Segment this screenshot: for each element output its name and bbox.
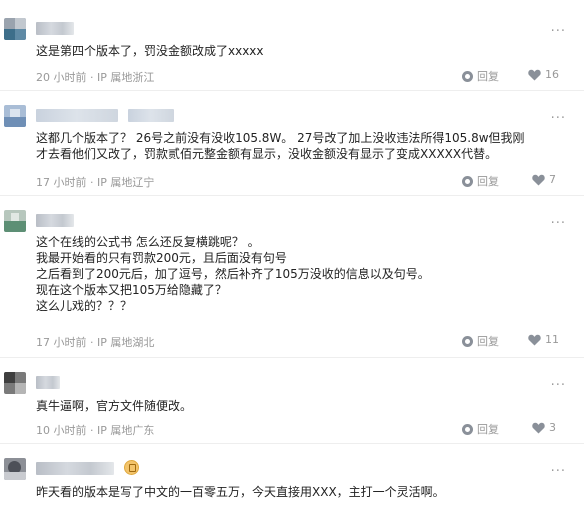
divider <box>0 195 584 196</box>
like-button[interactable]: 16 <box>528 68 559 81</box>
avatar[interactable] <box>4 210 26 232</box>
timestamp: 17 小时前 <box>36 176 87 189</box>
heart-icon <box>532 174 545 185</box>
comment-actions: 回复 7 <box>428 173 568 189</box>
ip-location: IP 属地浙江 <box>97 71 155 84</box>
comment-icon <box>462 70 473 82</box>
avatar[interactable] <box>4 458 26 480</box>
like-count: 11 <box>545 333 559 346</box>
heart-icon <box>528 69 541 80</box>
more-icon[interactable]: ··· <box>551 216 566 231</box>
timestamp: 17 小时前 <box>36 336 87 349</box>
user-name-blurred[interactable] <box>36 214 74 227</box>
comment-actions: 回复 16 <box>428 68 568 84</box>
more-icon[interactable]: ··· <box>551 24 566 39</box>
user-name-blurred[interactable] <box>36 376 60 389</box>
comment-actions: 回复 3 <box>428 421 568 437</box>
ip-location: IP 属地湖北 <box>97 336 155 349</box>
avatar[interactable] <box>4 18 26 40</box>
vip-badge-icon <box>124 460 139 475</box>
timestamp: 20 小时前 <box>36 71 87 84</box>
separator-dot: · <box>90 71 97 84</box>
comment-meta: 17 小时前 · IP 属地辽宁 <box>36 174 154 190</box>
avatar[interactable] <box>4 372 26 394</box>
ip-location: IP 属地辽宁 <box>97 176 155 189</box>
like-count: 3 <box>549 421 556 434</box>
comment-text: 昨天看的版本是写了中文的一百零五万，今天直接用XXX，主打一个灵活啊。 <box>36 485 445 499</box>
separator-dot: · <box>90 424 97 437</box>
reply-button[interactable]: 回复 <box>462 333 499 349</box>
more-icon[interactable]: ··· <box>551 111 566 126</box>
timestamp: 10 小时前 <box>36 424 87 437</box>
reply-button[interactable]: 回复 <box>462 421 499 437</box>
comment-actions: 回复 11 <box>428 333 568 349</box>
like-count: 16 <box>545 68 559 81</box>
reply-button[interactable]: 回复 <box>462 173 499 189</box>
separator-dot: · <box>90 176 97 189</box>
more-icon[interactable]: ··· <box>551 378 566 393</box>
comment-meta: 20 小时前 · IP 属地浙江 <box>36 69 154 85</box>
more-icon[interactable]: ··· <box>551 464 566 479</box>
comment-icon <box>462 335 473 347</box>
like-button[interactable]: 11 <box>528 333 559 346</box>
ip-location: IP 属地广东 <box>97 424 155 437</box>
divider <box>0 357 584 358</box>
separator-dot: · <box>90 336 97 349</box>
heart-icon <box>532 422 545 433</box>
user-tag-blurred <box>128 109 174 122</box>
comment-text: 真牛逼啊，官方文件随便改。 <box>36 399 193 413</box>
comment-icon <box>462 423 473 435</box>
comment-text: 这是第四个版本了，罚没金额改成了xxxxx <box>36 44 264 58</box>
user-name-blurred[interactable] <box>36 109 118 122</box>
avatar[interactable] <box>4 105 26 127</box>
heart-icon <box>528 334 541 345</box>
user-name-blurred[interactable] <box>36 462 114 475</box>
like-button[interactable]: 3 <box>532 421 556 434</box>
divider <box>0 443 584 444</box>
like-button[interactable]: 7 <box>532 173 556 186</box>
comment-feed: ··· 这是第四个版本了，罚没金额改成了xxxxx 20 小时前 · IP 属地… <box>0 0 584 508</box>
reply-button[interactable]: 回复 <box>462 68 499 84</box>
comment-icon <box>462 175 473 187</box>
comment-text: 这都几个版本了？ 26号之前没有没收105.8W。 27号改了加上没收违法所得1… <box>36 131 525 161</box>
like-count: 7 <box>549 173 556 186</box>
divider <box>0 90 584 91</box>
comment-meta: 17 小时前 · IP 属地湖北 <box>36 334 154 350</box>
comment-text: 这个在线的公式书 怎么还反复横跳呢？ 。 我最开始看的只有罚款200元，且后面没… <box>36 235 430 313</box>
user-name-blurred[interactable] <box>36 22 74 35</box>
comment-meta: 10 小时前 · IP 属地广东 <box>36 422 154 438</box>
